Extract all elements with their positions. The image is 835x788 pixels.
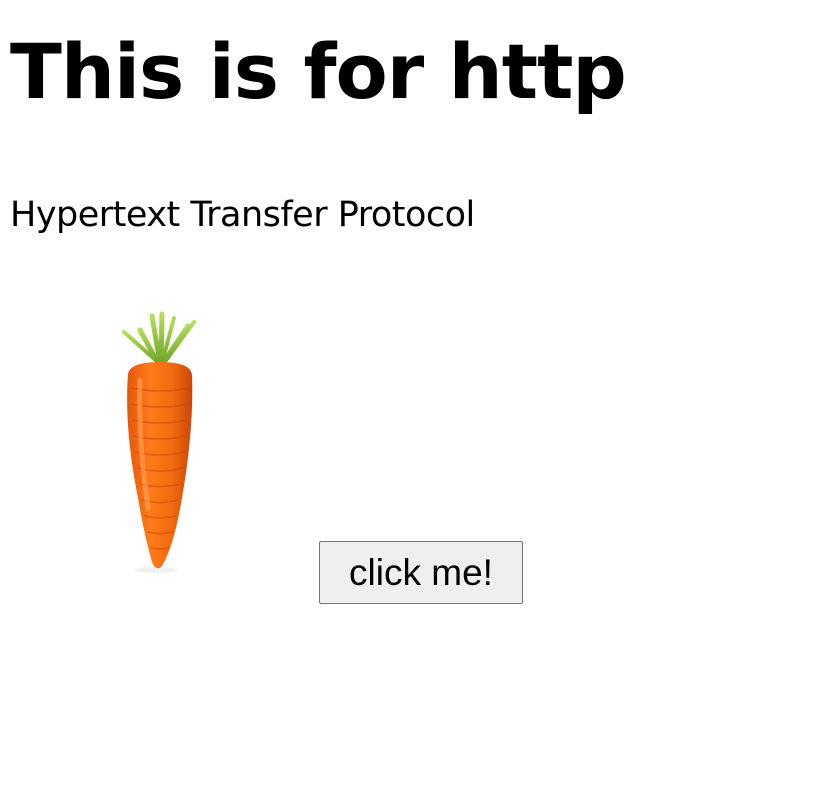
page-subheading: Hypertext Transfer Protocol bbox=[10, 195, 475, 235]
carrot-leaves bbox=[122, 311, 196, 366]
carrot-body bbox=[127, 362, 193, 569]
carrot-image bbox=[122, 311, 196, 573]
page-heading: This is for http bbox=[10, 27, 627, 116]
click-me-button[interactable]: click me! bbox=[319, 541, 523, 604]
